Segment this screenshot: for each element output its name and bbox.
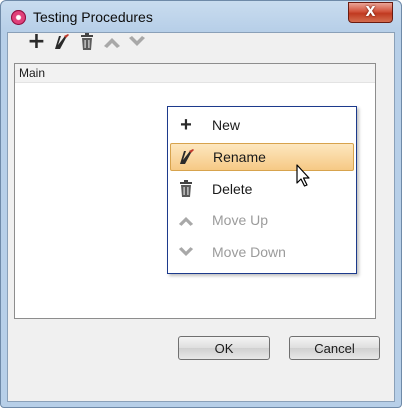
cancel-button[interactable]: Cancel (289, 336, 380, 360)
plus-icon: + (27, 29, 46, 54)
toolbar-rename-button[interactable] (49, 30, 74, 54)
menu-item-move-up[interactable]: Move Up (170, 206, 354, 234)
close-button[interactable]: X (348, 2, 393, 23)
rename-pen-icon (171, 148, 203, 166)
ok-button[interactable]: OK (178, 336, 270, 360)
menu-item-label: Move Up (212, 212, 269, 228)
menu-item-label: Move Down (212, 244, 286, 260)
toolbar-new-button[interactable]: + (24, 30, 49, 54)
menu-item-new[interactable]: + New (170, 111, 354, 139)
context-menu: + New Rename Delete Move Up Move Down (167, 106, 357, 274)
toolbar: + (24, 30, 149, 54)
arrow-down-icon (170, 246, 202, 259)
toolbar-delete-button[interactable] (74, 30, 99, 54)
menu-item-delete[interactable]: Delete (170, 175, 354, 203)
toolbar-move-up-button[interactable] (99, 30, 124, 54)
mouse-pointer-icon (296, 164, 310, 187)
menu-item-move-down[interactable]: Move Down (170, 238, 354, 266)
rename-pen-icon (54, 34, 69, 49)
arrow-up-icon (103, 38, 120, 48)
menu-item-rename[interactable]: Rename (170, 143, 354, 171)
arrow-down-icon (128, 36, 145, 46)
app-logo-icon (11, 10, 26, 25)
tree-node-main[interactable]: Main (15, 64, 375, 83)
title-bar[interactable]: Testing Procedures X (1, 1, 401, 33)
tree-node-label: Main (19, 66, 46, 80)
window-title: Testing Procedures (33, 9, 153, 25)
trash-icon (80, 33, 93, 50)
menu-item-label: New (212, 117, 241, 133)
plus-icon: + (180, 114, 192, 136)
menu-item-label: Rename (213, 149, 266, 165)
arrow-up-icon (170, 214, 202, 227)
trash-icon (170, 180, 202, 198)
menu-item-label: Delete (212, 181, 253, 197)
toolbar-move-down-button[interactable] (124, 30, 149, 54)
